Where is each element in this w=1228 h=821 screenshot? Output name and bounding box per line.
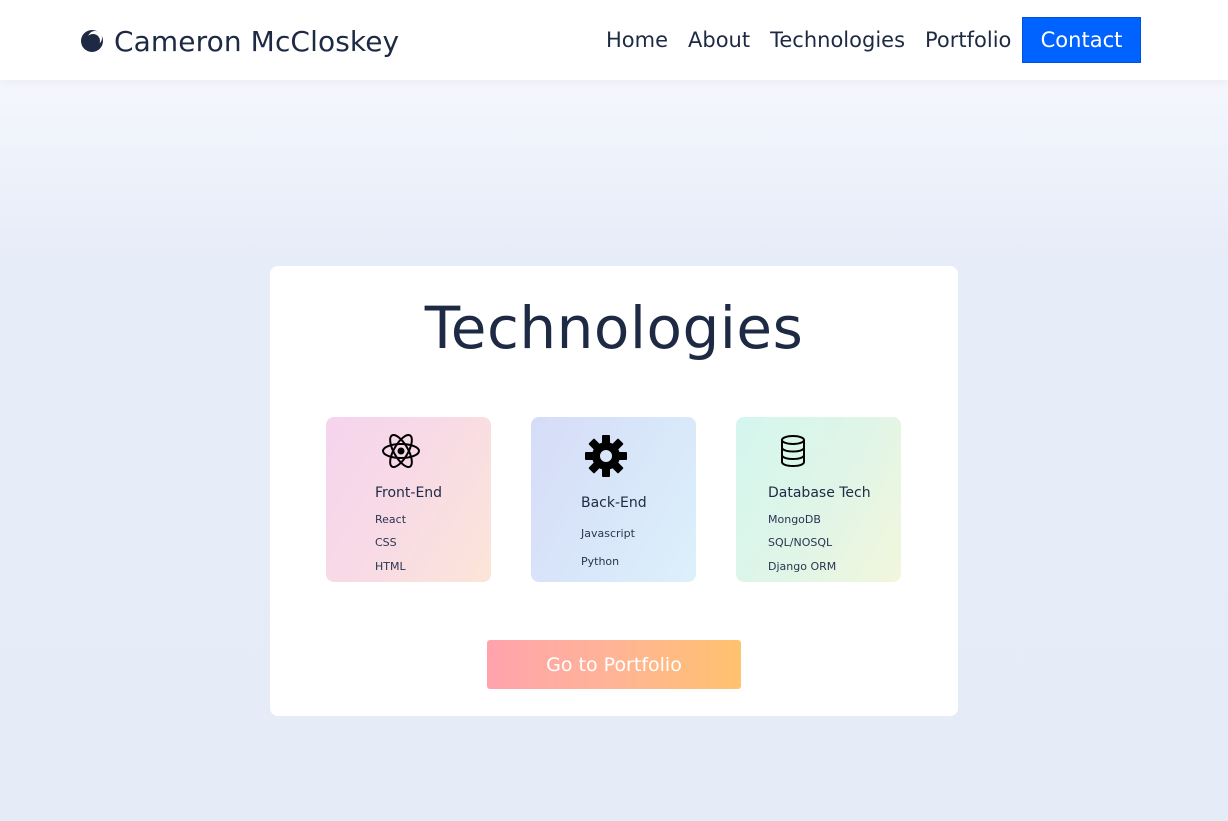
card-item: Javascript bbox=[581, 527, 635, 540]
card-title: Database Tech bbox=[768, 485, 871, 501]
page-title: Technologies bbox=[424, 294, 804, 362]
card-item: Python bbox=[581, 555, 620, 568]
nav-link-technologies[interactable]: Technologies bbox=[770, 28, 905, 52]
tech-card-back-end: Back-End Javascript Python bbox=[531, 417, 696, 582]
card-item: HTML bbox=[375, 560, 406, 573]
tech-card-database: Database Tech MongoDB SQL/NOSQL Django O… bbox=[736, 417, 901, 582]
nav-link-portfolio[interactable]: Portfolio bbox=[925, 28, 1011, 52]
nav-link-about[interactable]: About bbox=[688, 28, 750, 52]
technologies-panel: Technologies Front-End React CSS HTML Ba… bbox=[270, 266, 958, 716]
navbar: Cameron McCloskey Home About Technologie… bbox=[0, 0, 1228, 80]
go-to-portfolio-button[interactable]: Go to Portfolio bbox=[487, 640, 741, 689]
card-item: Django ORM bbox=[768, 560, 837, 573]
contact-button[interactable]: Contact bbox=[1022, 17, 1141, 63]
gear-icon bbox=[585, 435, 627, 477]
card-item: React bbox=[375, 513, 407, 526]
card-item: SQL/NOSQL bbox=[768, 536, 833, 549]
card-item: MongoDB bbox=[768, 513, 821, 526]
tech-card-front-end: Front-End React CSS HTML bbox=[326, 417, 491, 582]
brand-name: Cameron McCloskey bbox=[114, 24, 400, 58]
card-title: Back-End bbox=[581, 495, 647, 511]
database-icon bbox=[781, 435, 805, 467]
brand[interactable]: Cameron McCloskey bbox=[80, 21, 399, 61]
card-item: CSS bbox=[375, 536, 397, 549]
card-title: Front-End bbox=[375, 485, 443, 501]
nav-links: Home About Technologies Portfolio bbox=[606, 22, 1031, 58]
moon-icon bbox=[81, 30, 103, 52]
react-atom-icon bbox=[382, 434, 420, 468]
nav-link-home[interactable]: Home bbox=[606, 28, 668, 52]
